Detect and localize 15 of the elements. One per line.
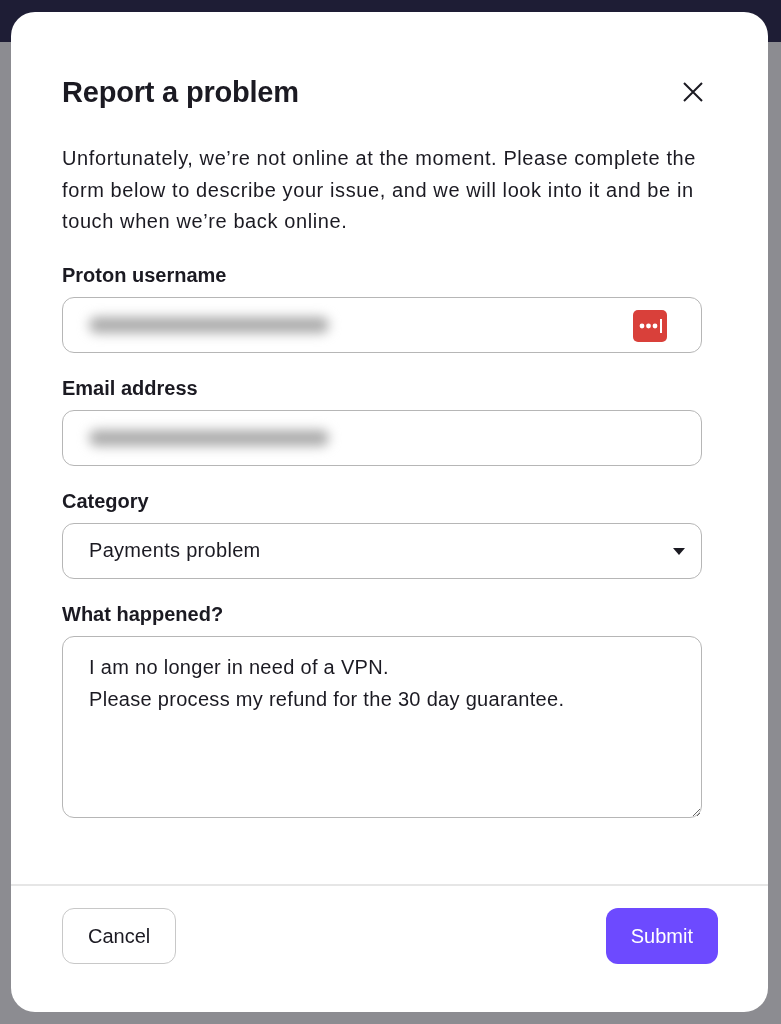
cancel-button[interactable]: Cancel: [62, 908, 177, 964]
close-icon[interactable]: [682, 81, 704, 103]
category-dropdown[interactable]: Payments problem: [62, 522, 702, 579]
field-label: Category: [62, 489, 150, 513]
description-textarea[interactable]: I am no longer in need of a VPN. Please process my refund for the 30 day guarantee.: [62, 635, 702, 818]
caret-icon: [673, 547, 685, 556]
intro-paragraph: Unfortunately, we’re not online at the moment. Please complete the form below to describe your issue, and we will look into it and be in touch when we’re back online.: [62, 146, 697, 234]
text-field[interactable]: [62, 409, 702, 466]
password-manager-icon[interactable]: [633, 309, 667, 342]
dialog-title: Report a problem: [62, 75, 299, 109]
field-label: Email address: [62, 376, 199, 400]
field-label: What happened?: [62, 602, 225, 626]
submit-button[interactable]: Submit: [605, 908, 718, 964]
field-label: Proton username: [62, 263, 228, 287]
text-field[interactable]: [62, 296, 702, 353]
